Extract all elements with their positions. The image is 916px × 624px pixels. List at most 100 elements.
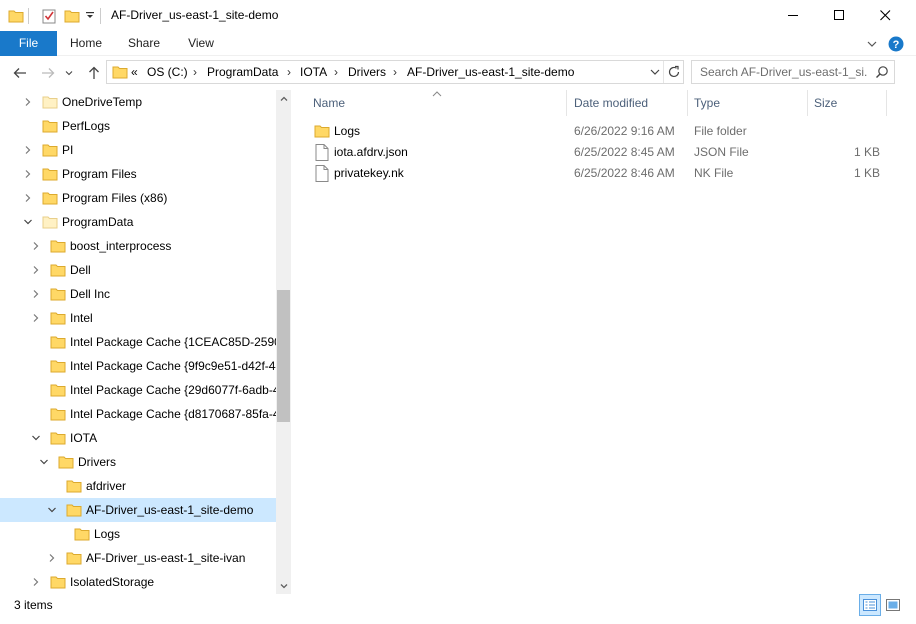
details-view-icon (863, 599, 877, 611)
tab-share[interactable]: Share (115, 31, 173, 56)
divider (663, 61, 664, 83)
large-icons-view-button[interactable] (882, 594, 904, 616)
tree-item-label: Logs (94, 527, 121, 541)
details-view-button[interactable] (859, 594, 881, 616)
tree-item[interactable]: Intel Package Cache {29d6077f-6adb-42 (0, 378, 286, 402)
chevron-right-icon[interactable] (22, 96, 34, 108)
help-button[interactable]: ? (887, 35, 905, 53)
tree-item[interactable]: Program Files (0, 162, 276, 186)
navigation-pane: OneDriveTemp PerfLogs PI Program Files Progr… (0, 90, 291, 594)
close-button[interactable] (862, 0, 908, 31)
column-header-name[interactable]: Name (300, 90, 566, 116)
tree-item-label: AF-Driver_us-east-1_site-demo (86, 503, 254, 517)
chevron-right-icon[interactable] (30, 288, 42, 300)
new-folder-icon[interactable] (64, 6, 80, 26)
tree-item[interactable]: Intel Package Cache {9f9c9e51-d42f-44 (0, 354, 282, 378)
maximize-icon (833, 10, 844, 20)
chevron-right-icon[interactable] (46, 552, 58, 564)
expand-ribbon-button[interactable] (864, 35, 880, 53)
recent-locations-button[interactable] (62, 63, 76, 83)
chevron-right-icon[interactable] (30, 312, 42, 324)
file-row[interactable]: Logs 6/26/2022 9:16 AM File folder (300, 121, 900, 142)
breadcrumb-separator[interactable]: › (193, 65, 197, 79)
folder-icon (50, 286, 66, 302)
breadcrumb-separator[interactable]: › (393, 65, 397, 79)
chevron-down-icon[interactable] (30, 432, 42, 444)
chevron-down-icon[interactable] (46, 504, 58, 516)
breadcrumb-separator[interactable]: › (287, 65, 291, 79)
scroll-thumb[interactable] (277, 290, 290, 422)
minimize-button[interactable] (770, 0, 816, 31)
chevron-right-icon[interactable] (30, 264, 42, 276)
chevron-down-icon[interactable] (38, 456, 50, 468)
breadcrumb-drivers[interactable]: Drivers (348, 65, 386, 79)
chevron-down-icon (280, 583, 287, 588)
chevron-down-icon[interactable] (22, 216, 34, 228)
tree-item[interactable]: Dell (0, 258, 276, 282)
column-header-size[interactable]: Size (808, 90, 886, 116)
breadcrumb-separator[interactable]: › (334, 65, 338, 79)
tree-item[interactable]: Drivers (0, 450, 276, 474)
tree-item[interactable]: Dell Inc (0, 282, 276, 306)
maximize-button[interactable] (816, 0, 862, 31)
scroll-up-button[interactable] (276, 90, 291, 107)
folder-icon (66, 550, 82, 566)
tree-item-label: Dell (70, 263, 91, 277)
file-date: 6/26/2022 9:16 AM (574, 124, 675, 138)
tree-item[interactable]: AF-Driver_us-east-1_site-ivan (0, 546, 276, 570)
chevron-right-icon[interactable] (30, 240, 42, 252)
tab-view[interactable]: View (173, 31, 229, 56)
tree-item[interactable]: IsolatedStorage (0, 570, 276, 594)
chevron-right-icon[interactable] (22, 144, 34, 156)
folder-icon (42, 142, 58, 158)
search-box[interactable] (691, 60, 895, 84)
column-divider[interactable] (886, 90, 887, 116)
tree-item[interactable]: PerfLogs (0, 114, 276, 138)
folder-icon (42, 94, 58, 110)
tree-item[interactable]: Program Files (x86) (0, 186, 276, 210)
breadcrumb-programdata[interactable]: ProgramData (207, 65, 278, 79)
tree-item-label: IOTA (70, 431, 98, 445)
file-row[interactable]: privatekey.nk 6/25/2022 8:46 AM NK File … (300, 163, 900, 184)
tree-item-label: Program Files (62, 167, 137, 181)
address-bar[interactable]: « OS (C:) › ProgramData › IOTA › Drivers… (106, 60, 684, 84)
breadcrumb-current-folder[interactable]: AF-Driver_us-east-1_site-demo (407, 65, 574, 79)
forward-button[interactable] (38, 63, 58, 83)
tree-item[interactable]: afdriver (0, 474, 276, 498)
tree-item[interactable]: PI (0, 138, 276, 162)
search-input[interactable] (700, 64, 868, 80)
properties-icon[interactable] (41, 6, 57, 26)
tree-item[interactable]: Intel (0, 306, 276, 330)
chevron-right-icon[interactable] (22, 168, 34, 180)
folder-icon (50, 382, 66, 398)
tree-item[interactable]: boost_interprocess (0, 234, 276, 258)
address-history-button[interactable] (650, 66, 660, 80)
breadcrumb-iota[interactable]: IOTA (300, 65, 327, 79)
breadcrumb-os-c[interactable]: OS (C:) (147, 65, 188, 79)
tree-item[interactable]: ProgramData (0, 210, 276, 234)
scroll-down-button[interactable] (276, 577, 291, 594)
folder-icon (42, 190, 58, 206)
column-header-date-modified[interactable]: Date modified (567, 90, 687, 116)
tree-item[interactable]: AF-Driver_us-east-1_site-demo (0, 498, 276, 522)
customize-qat-icon[interactable] (85, 6, 95, 26)
chevron-right-icon[interactable] (22, 192, 34, 204)
column-header-type[interactable]: Type (688, 90, 807, 116)
tree-item[interactable]: Logs (0, 522, 276, 546)
tree-item-label: Program Files (x86) (62, 191, 168, 205)
up-button[interactable] (84, 63, 104, 83)
tree-item[interactable]: OneDriveTemp (0, 90, 276, 114)
tab-home[interactable]: Home (57, 31, 115, 56)
refresh-button[interactable] (667, 65, 681, 82)
back-button[interactable] (10, 63, 30, 83)
tree-item[interactable]: IOTA (0, 426, 276, 450)
breadcrumb-overflow[interactable]: « (131, 65, 138, 79)
tree-item[interactable]: Intel Package Cache {d8170687-85fa-47 (0, 402, 286, 426)
chevron-right-icon[interactable] (30, 576, 42, 588)
file-row[interactable]: iota.afdrv.json 6/25/2022 8:45 AM JSON F… (300, 142, 900, 163)
tab-file[interactable]: File (0, 31, 57, 56)
nav-scrollbar[interactable] (276, 90, 291, 594)
search-icon[interactable] (875, 65, 889, 82)
refresh-icon (668, 65, 680, 78)
tree-item[interactable]: Intel Package Cache {1CEAC85D-2590-4 (0, 330, 291, 354)
